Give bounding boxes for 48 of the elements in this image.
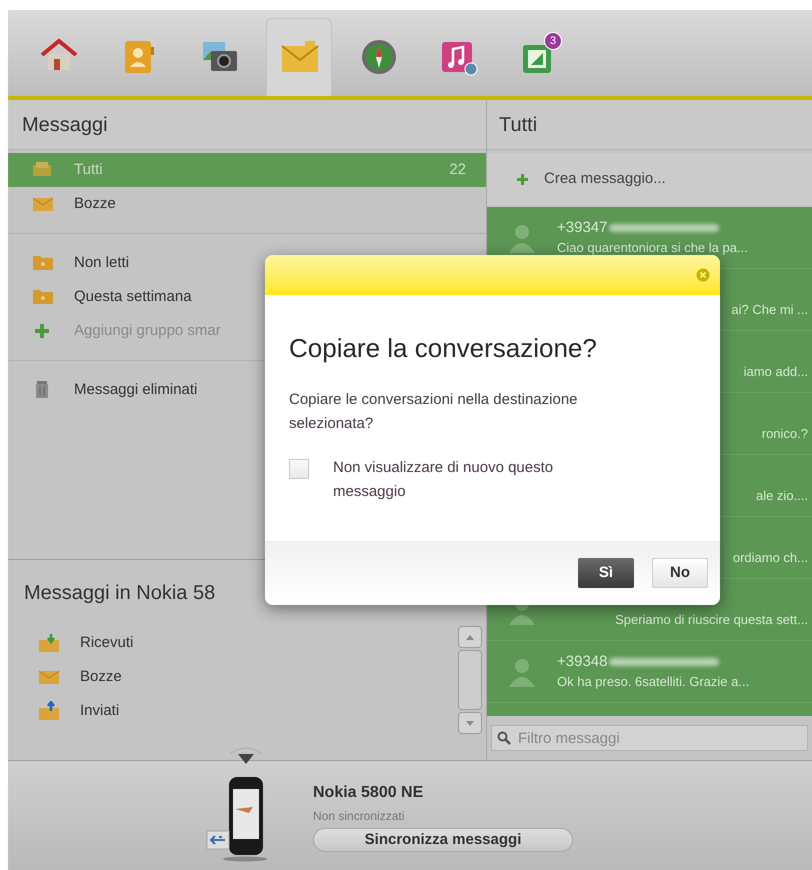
message-preview: Speriamo di riuscire questa sett... [615,610,808,629]
search-icon [497,731,511,745]
envelope-down-arrow-icon [38,633,60,653]
folder-item[interactable]: Bozze [8,660,458,694]
message-preview: Ciao quarentoniora si che la pa... [557,238,748,257]
sync-status: Non sincronizzati [313,808,404,825]
checkbox[interactable] [289,459,309,479]
down-arrow-icon [466,720,474,726]
scroll-down-button[interactable] [458,712,482,734]
compose-button[interactable]: Crea messaggio... [487,153,812,205]
dialog-title: Copiare la conversazione? [289,332,598,365]
close-icon[interactable] [696,268,710,282]
message-preview: ale zio.... [756,486,808,504]
device-name: Nokia 5800 NE [313,783,424,803]
folder-item[interactable]: Bozze [8,187,486,221]
filter-field[interactable]: Filtro messaggi [491,725,808,751]
dialog-message: Copiare le conversazioni nella destinazione selezionata? [289,390,579,434]
panel-title: Messaggi in Nokia 58 [24,581,216,606]
sender-number: +39347 [557,218,608,238]
yes-button[interactable]: Sì [578,558,634,588]
panel-title: Tutti [499,112,538,138]
scroll-up-button[interactable] [458,626,482,648]
person-silhouette-icon [509,656,535,686]
folder-item[interactable]: Questa settimana [8,280,486,314]
message-preview: ronico.? [762,424,808,442]
scroll-thumb[interactable] [458,650,482,710]
app-tab[interactable]: 3 [506,18,572,96]
no-button[interactable]: No [652,558,708,588]
scrollbar[interactable] [458,626,482,734]
plus-icon [517,174,528,184]
compass-icon [359,37,399,77]
up-arrow-icon [466,634,474,640]
message-preview: ai? Che mi ... [731,300,808,318]
sender-number: +39348 [557,652,608,672]
folder-icon [32,253,54,273]
folder-item[interactable]: Inviati [8,694,458,728]
folder-item[interactable]: Non letti [8,246,486,280]
folder-item[interactable]: Ricevuti [8,626,458,660]
panel-title: Messaggi [22,112,108,138]
message-preview: Ok ha preso. 6satelliti. Grazie a... [557,672,750,691]
person-silhouette-icon [509,222,535,252]
folder-icon [32,287,54,307]
count-badge: 3 [544,32,562,50]
envelope-up-arrow-icon [38,701,60,721]
message-preview: ordiamo ch... [732,548,808,566]
message-preview: iamo add... [744,362,808,380]
sync-button[interactable]: Sincronizza messaggi [313,828,573,852]
checkbox-label[interactable]: Non visualizzare di nuovo questo messaggio [333,456,623,504]
